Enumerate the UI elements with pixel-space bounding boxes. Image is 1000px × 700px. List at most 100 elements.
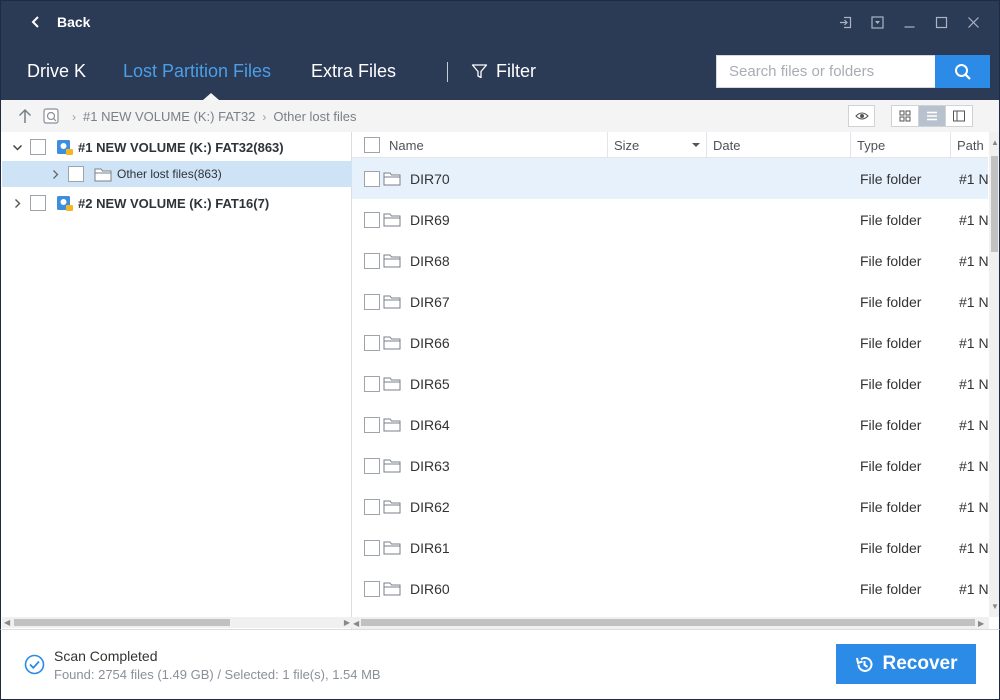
expand-toggle[interactable] (10, 196, 24, 210)
row-checkbox[interactable] (364, 580, 380, 597)
tree-node-label: #1 NEW VOLUME (K:) FAT32(863) (78, 139, 284, 155)
column-header-date[interactable]: Date (707, 132, 851, 158)
scroll-down-icon[interactable]: ▼ (991, 602, 999, 611)
detail-view-icon (953, 110, 965, 122)
tab-drive-k[interactable]: Drive K (27, 61, 86, 82)
file-row[interactable]: DIR62 File folder #1 N (352, 486, 989, 527)
scroll-right-icon[interactable]: ▶ (344, 618, 350, 627)
file-row[interactable]: DIR67 File folder #1 N (352, 281, 989, 322)
grid-view-button[interactable] (891, 105, 919, 127)
close-button[interactable] (957, 11, 989, 33)
arrow-up-icon[interactable] (17, 108, 33, 124)
recover-button[interactable]: Recover (836, 644, 976, 684)
file-list-horizontal-scrollbar[interactable]: ◀ ▶ (352, 617, 989, 629)
minimize-button[interactable] (893, 11, 925, 33)
row-checkbox[interactable] (364, 416, 380, 433)
eye-icon (854, 112, 869, 120)
drive-icon (43, 108, 59, 124)
scroll-left-icon[interactable]: ◀ (353, 619, 359, 628)
scroll-up-icon[interactable]: ▲ (991, 138, 999, 147)
file-row[interactable]: DIR65 File folder #1 N (352, 363, 989, 404)
row-checkbox[interactable] (364, 334, 380, 351)
tree-horizontal-scrollbar[interactable]: ◀ ▶ (2, 617, 352, 628)
filter-label: Filter (496, 61, 536, 81)
sort-desc-icon (692, 143, 700, 147)
column-header-type[interactable]: Type (851, 132, 951, 158)
breadcrumb: › #1 NEW VOLUME (K:) FAT32 › Other lost … (65, 109, 357, 124)
expand-toggle[interactable] (48, 167, 62, 181)
folder-icon (94, 168, 112, 181)
column-header-path[interactable]: Path (951, 132, 991, 158)
scrollbar-thumb[interactable] (361, 619, 975, 626)
detail-view-button[interactable] (945, 105, 973, 127)
search-input[interactable] (716, 55, 936, 88)
list-view-icon (927, 111, 937, 121)
column-header-name[interactable]: Name (352, 132, 608, 158)
expand-toggle[interactable] (10, 140, 24, 154)
login-button[interactable] (829, 11, 861, 33)
grid-view-icon (899, 110, 911, 122)
file-name: DIR65 (410, 375, 450, 392)
file-path: #1 N (959, 580, 989, 597)
tab-extra-files[interactable]: Extra Files (311, 61, 396, 82)
breadcrumb-item-other-lost-files[interactable]: Other lost files (273, 109, 356, 124)
scroll-left-icon[interactable]: ◀ (4, 618, 10, 627)
scan-status-detail: Found: 2754 files (1.49 GB) / Selected: … (54, 667, 381, 682)
file-path: #1 N (959, 170, 989, 187)
file-row[interactable]: DIR66 File folder #1 N (352, 322, 989, 363)
list-view-button[interactable] (918, 105, 946, 127)
file-type: File folder (860, 211, 922, 228)
file-row[interactable]: DIR60 File folder #1 N (352, 568, 989, 609)
file-row[interactable]: DIR70 File folder #1 N (352, 158, 989, 199)
history-icon (855, 656, 872, 672)
back-button[interactable]: Back (29, 9, 90, 35)
row-checkbox[interactable] (364, 457, 380, 474)
tab-lost-partition-files[interactable]: Lost Partition Files (123, 61, 271, 82)
file-type: File folder (860, 457, 922, 474)
file-row[interactable]: DIR63 File folder #1 N (352, 445, 989, 486)
menu-dropdown-button[interactable] (861, 11, 893, 33)
tree-checkbox[interactable] (30, 195, 46, 211)
tree-node-volume-1[interactable]: #1 NEW VOLUME (K:) FAT32(863) (2, 134, 352, 160)
folder-icon (383, 582, 401, 596)
row-checkbox[interactable] (364, 170, 380, 187)
column-header-size[interactable]: Size (608, 132, 707, 158)
file-path: #1 N (959, 252, 989, 269)
file-name: DIR63 (410, 457, 450, 474)
recover-label: Recover (882, 653, 958, 674)
file-path: #1 N (959, 539, 989, 556)
maximize-button[interactable] (925, 11, 957, 33)
row-checkbox[interactable] (364, 539, 380, 556)
file-type: File folder (860, 539, 922, 556)
file-list-vertical-scrollbar[interactable]: ▲ ▼ (989, 132, 999, 617)
file-row[interactable]: DIR69 File folder #1 N (352, 199, 989, 240)
file-type: File folder (860, 170, 922, 187)
folder-icon (383, 500, 401, 514)
breadcrumb-bar: › #1 NEW VOLUME (K:) FAT32 › Other lost … (0, 100, 1000, 132)
file-name: DIR68 (410, 252, 450, 269)
scroll-right-icon[interactable]: ▶ (978, 619, 984, 628)
scrollbar-thumb[interactable] (991, 156, 998, 252)
preview-button[interactable] (848, 105, 875, 127)
row-checkbox[interactable] (364, 211, 380, 228)
file-row[interactable]: DIR61 File folder #1 N (352, 527, 989, 568)
folder-icon (383, 336, 401, 350)
search-button[interactable] (935, 55, 990, 88)
tree-checkbox[interactable] (30, 139, 46, 155)
file-row[interactable]: DIR64 File folder #1 N (352, 404, 989, 445)
breadcrumb-item-volume[interactable]: #1 NEW VOLUME (K:) FAT32 (83, 109, 255, 124)
scrollbar-thumb[interactable] (14, 619, 230, 626)
file-list-header: Name Size Date Type Path (352, 132, 988, 158)
row-checkbox[interactable] (364, 293, 380, 310)
tree-node-other-lost-files[interactable]: Other lost files(863) (2, 161, 352, 187)
tree-node-volume-2[interactable]: #2 NEW VOLUME (K:) FAT16(7) (2, 190, 352, 216)
row-checkbox[interactable] (364, 252, 380, 269)
file-type: File folder (860, 293, 922, 310)
tree-checkbox[interactable] (68, 166, 84, 182)
tree-node-label: #2 NEW VOLUME (K:) FAT16(7) (78, 195, 270, 211)
filter-button[interactable]: Filter (471, 61, 536, 82)
file-row[interactable]: DIR68 File folder #1 N (352, 240, 989, 281)
select-all-checkbox[interactable] (364, 137, 380, 153)
row-checkbox[interactable] (364, 375, 380, 392)
row-checkbox[interactable] (364, 498, 380, 515)
